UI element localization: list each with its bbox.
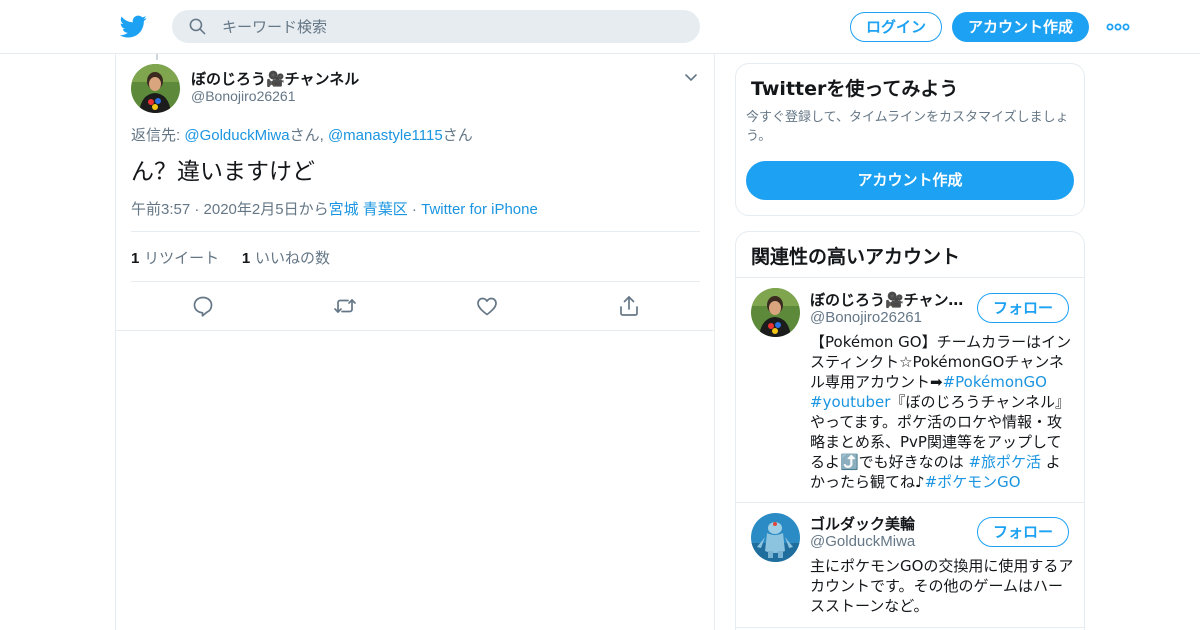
retweet-icon[interactable]	[333, 294, 357, 318]
tweet-location-link[interactable]: 宮城 青葉区	[329, 201, 408, 218]
search-icon	[189, 18, 206, 35]
tweet-stats: 1 リツイート 1 いいねの数	[131, 247, 348, 268]
user-photo-icon	[131, 64, 180, 113]
signup-card-description: 今すぐ登録して、タイムラインをカスタマイズしましょう。	[746, 110, 1069, 144]
thread-connector-line	[156, 54, 158, 60]
reply-icon[interactable]	[191, 294, 215, 318]
hashtag-link[interactable]: #ポケモンGO	[925, 473, 1021, 491]
divider	[736, 627, 1084, 628]
related-account-item[interactable]: ぼのじろう🎥チャンネル @Bonojiro26261 フォロー 【Pokémon…	[736, 278, 1084, 502]
tweet-detail-column: ぼのじろう🎥チャンネル @Bonojiro26261 返信先: @Golduck…	[115, 54, 715, 630]
related-account-handle[interactable]: @GolduckMiwa	[810, 533, 915, 550]
like-stat[interactable]: 1 いいねの数	[242, 247, 330, 268]
signup-card-title: Twitterを使ってみよう	[751, 78, 959, 100]
chevron-down-icon[interactable]	[683, 69, 699, 85]
tweet-actions	[116, 282, 714, 330]
avatar[interactable]	[131, 64, 180, 113]
user-photo-icon	[751, 288, 800, 337]
related-account-handle[interactable]: @Bonojiro26261	[810, 309, 922, 326]
signup-card: Twitterを使ってみよう 今すぐ登録して、タイムラインをカスタマイズしましょ…	[735, 63, 1085, 216]
search-box[interactable]	[172, 10, 700, 43]
twitter-bird-icon[interactable]	[120, 13, 147, 40]
tweet-text: ん？違いますけど	[131, 159, 315, 185]
related-account-bio: 主にポケモンGOの交換用に使用するアカウントです。その他のゲームはハースストーン…	[810, 557, 1074, 615]
like-icon[interactable]	[475, 294, 499, 318]
reply-user-link[interactable]: @manastyle1115	[328, 127, 443, 144]
like-count: 1	[241, 250, 251, 267]
more-dots-icon[interactable]	[1106, 18, 1130, 36]
like-stat-label: いいねの数	[250, 249, 331, 267]
reply-prefix: 返信先:	[131, 127, 185, 144]
search-input[interactable]	[222, 10, 682, 43]
follow-button[interactable]: フォロー	[977, 517, 1069, 547]
signup-card-button[interactable]: アカウント作成	[746, 161, 1074, 200]
divider	[116, 330, 714, 331]
reply-user-link[interactable]: @GolduckMiwa	[184, 127, 289, 144]
tweet-timestamp[interactable]: 午前3:57 · 2020年2月5日から	[131, 201, 329, 218]
share-icon[interactable]	[617, 294, 641, 318]
meta-separator: ·	[407, 201, 422, 218]
hashtag-link[interactable]: #PokémonGO	[943, 373, 1047, 391]
author-handle[interactable]: @Bonojiro26261	[191, 88, 296, 104]
hashtag-link[interactable]: #youtuber	[810, 393, 890, 411]
reply-context: 返信先: @GolduckMiwaさん, @manastyle1115さん	[131, 124, 473, 145]
avatar[interactable]	[751, 288, 800, 337]
signup-button[interactable]: アカウント作成	[952, 12, 1089, 42]
author-display-name[interactable]: ぼのじろう🎥チャンネル	[191, 68, 359, 89]
divider	[131, 231, 700, 232]
golduck-avatar-icon	[751, 513, 800, 562]
hashtag-link[interactable]: #旅ポケ活	[968, 453, 1041, 471]
related-accounts-card: 関連性の高いアカウント ぼのじろう🎥チャンネル @Bonojiro26261 フ…	[735, 231, 1085, 630]
related-account-name[interactable]: ゴルダック美輪	[810, 513, 970, 534]
retweet-stat[interactable]: 1 リツイート	[131, 247, 219, 268]
tweet-source-link[interactable]: Twitter for iPhone	[421, 201, 538, 218]
retweet-stat-label: リツイート	[139, 249, 220, 267]
related-account-bio: 【Pokémon GO】チームカラーはインスティンクト☆PokémonGOチャン…	[810, 332, 1074, 492]
reply-suffix: さん	[442, 127, 473, 144]
related-account-name[interactable]: ぼのじろう🎥チャンネル	[810, 289, 970, 310]
follow-button[interactable]: フォロー	[977, 293, 1069, 323]
login-button[interactable]: ログイン	[850, 12, 942, 42]
tweet-metadata: 午前3:57 · 2020年2月5日から宮城 青葉区 · Twitter for…	[131, 198, 538, 219]
avatar[interactable]	[751, 513, 800, 562]
top-navigation-bar: ログイン アカウント作成	[0, 0, 1200, 54]
related-accounts-title: 関連性の高いアカウント	[751, 246, 961, 268]
reply-separator: さん,	[289, 127, 328, 144]
related-account-item[interactable]: ゴルダック美輪 @GolduckMiwa フォロー 主にポケモンGOの交換用に使…	[736, 503, 1084, 627]
